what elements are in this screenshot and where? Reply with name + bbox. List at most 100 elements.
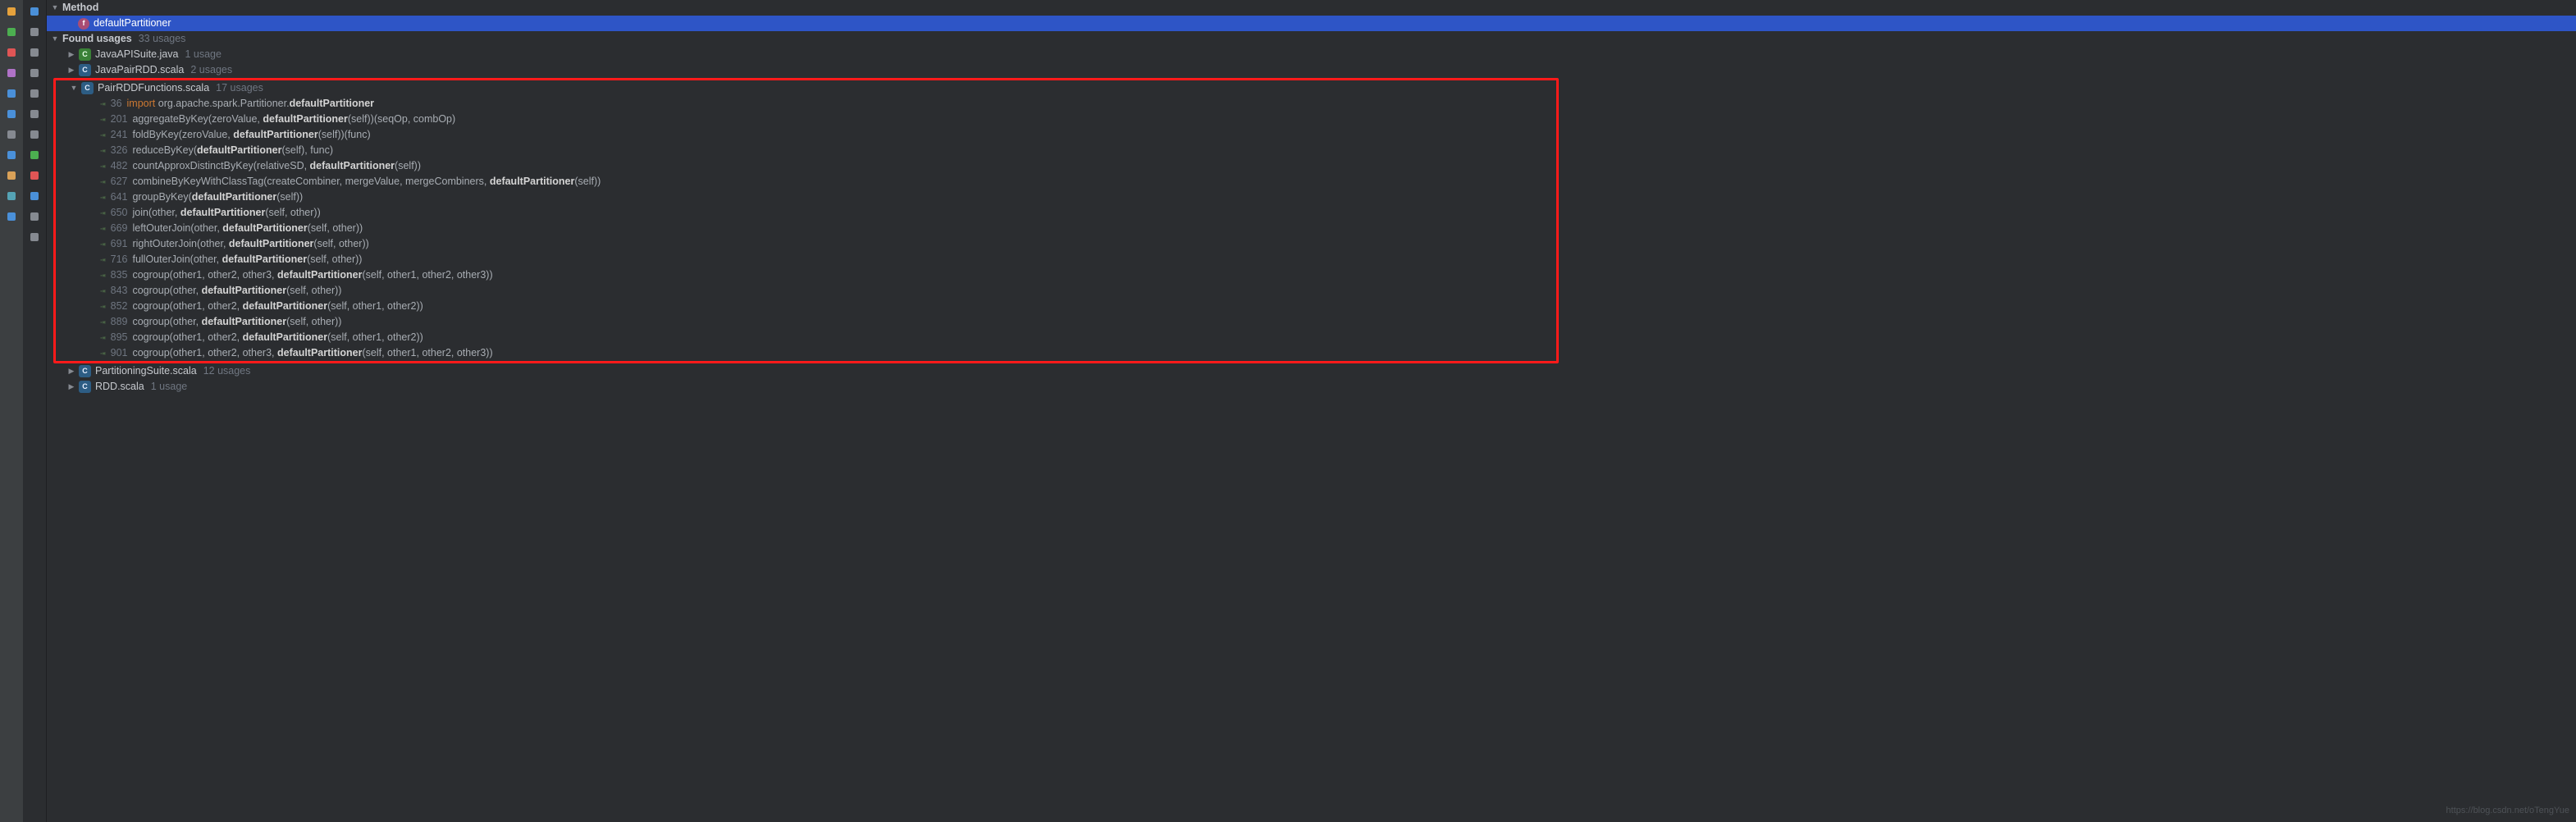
resume-icon[interactable] [3, 24, 20, 40]
info-icon[interactable] [26, 188, 43, 204]
layout-icon[interactable] [3, 188, 20, 204]
usage-pin-icon: ⇥ [100, 112, 106, 127]
usage-pin-icon: ⇥ [100, 205, 106, 221]
rotate-left-icon[interactable] [3, 85, 20, 102]
usage-line[interactable]: ⇥482countApproxDistinctByKey(relativeSD,… [56, 158, 1556, 174]
down-icon[interactable] [3, 147, 20, 163]
help-icon[interactable] [3, 208, 20, 225]
java-file-icon: C [79, 48, 91, 61]
file-usages: 2 usages [190, 62, 232, 78]
up-icon[interactable] [3, 126, 20, 143]
box1-icon[interactable] [26, 24, 43, 40]
chevron-down-icon[interactable] [69, 80, 79, 96]
chevron-right-icon[interactable] [66, 47, 76, 62]
usage-pin-icon: ⇥ [100, 190, 106, 205]
usage-pin-icon: ⇥ [100, 345, 106, 361]
line-number: 641 [111, 190, 128, 205]
usage-text: join(other, defaultPartitioner(self, oth… [132, 205, 320, 221]
file-usages: 1 usage [185, 47, 221, 62]
usage-line[interactable]: ⇥ 843cogroup(other, defaultPartitioner(se… [56, 283, 1556, 299]
usage-line[interactable]: ⇥ 650join(other, defaultPartitioner(self,… [56, 205, 1556, 221]
file-name: PartitioningSuite.scala [95, 363, 197, 379]
box6-icon[interactable] [26, 126, 43, 143]
toolbar-left [0, 0, 23, 822]
usage-line[interactable]: ⇥ 641 groupByKey(defaultPartitioner(self)) [56, 190, 1556, 205]
usage-line[interactable]: ⇥36import org.apache.spark.Partitioner.d… [56, 96, 1556, 112]
line-number: 889 [111, 314, 128, 330]
method-name: defaultPartitioner [94, 16, 171, 31]
stop-icon[interactable] [3, 44, 20, 61]
usage-pin-icon: ⇥ [100, 127, 106, 143]
usage-text: cogroup(other1, other2, other3, defaultP… [132, 267, 492, 283]
box3-icon[interactable] [26, 65, 43, 81]
rotate-right-icon[interactable] [3, 106, 20, 122]
chevron-right-icon[interactable] [66, 62, 76, 78]
chevron-right-icon[interactable] [66, 363, 76, 379]
box2-icon[interactable] [26, 44, 43, 61]
usage-text: groupByKey(defaultPartitioner(self)) [132, 190, 303, 205]
file-name: RDD.scala [95, 379, 144, 395]
usage-line[interactable]: ⇥852cogroup(other1, other2, defaultParti… [56, 299, 1556, 314]
line-number: 895 [111, 330, 128, 345]
function-icon: f [78, 18, 89, 30]
usage-line[interactable]: ⇥669leftOuterJoin(other, defaultPartitio… [56, 221, 1556, 236]
highlighted-file-group: C PairRDDFunctions.scala 17 usages ⇥36im… [53, 78, 1559, 363]
usage-line[interactable]: ⇥835cogroup(other1, other2, other3, defa… [56, 267, 1556, 283]
method-row-selected[interactable]: f defaultPartitioner [47, 16, 2576, 31]
usage-text: cogroup(other, defaultPartitioner(self, … [132, 283, 341, 299]
file-row[interactable]: C JavaPairRDD.scala 2 usages [47, 62, 2576, 78]
scala-file-icon: C [79, 381, 91, 393]
file-usages: 17 usages [216, 80, 263, 96]
usage-line[interactable]: ⇥627combineByKeyWithClassTag(createCombi… [56, 174, 1556, 190]
line-number: 627 [111, 174, 128, 190]
found-usages-count: 33 usages [139, 31, 186, 47]
usage-text: combineByKeyWithClassTag(createCombiner,… [132, 174, 601, 190]
usage-line[interactable]: ⇥901cogroup(other1, other2, other3, defa… [56, 345, 1556, 361]
file-usages: 12 usages [203, 363, 251, 379]
chevron-down-icon[interactable] [50, 31, 60, 47]
scala-file-icon: C [79, 64, 91, 76]
box7-icon[interactable] [26, 208, 43, 225]
line-number: 716 [111, 252, 128, 267]
usage-line[interactable]: ⇥241foldByKey(zeroValue, defaultPartitio… [56, 127, 1556, 143]
box4-icon[interactable] [26, 85, 43, 102]
file-row[interactable]: C JavaAPISuite.java 1 usage [47, 47, 2576, 62]
swap-icon[interactable] [3, 65, 20, 81]
usage-line[interactable]: ⇥889cogroup(other, defaultPartitioner(se… [56, 314, 1556, 330]
line-number: 650 [111, 205, 128, 221]
circle-right-icon[interactable] [26, 147, 43, 163]
file-row[interactable]: C RDD.scala 1 usage [47, 379, 2576, 395]
download-icon[interactable] [3, 167, 20, 184]
found-usages-row[interactable]: Found usages 33 usages [47, 31, 2576, 47]
method-group-row[interactable]: Method [47, 0, 2576, 16]
file-name: JavaAPISuite.java [95, 47, 178, 62]
line-number: 843 [111, 283, 128, 299]
target-icon[interactable] [3, 3, 20, 20]
file-row[interactable]: C PartitioningSuite.scala 12 usages [47, 363, 2576, 379]
usage-pin-icon: ⇥ [100, 221, 106, 236]
line-number: 201 [111, 112, 128, 127]
usage-line[interactable]: ⇥ 895 cogroup(other1, other2, defaultParti… [56, 330, 1556, 345]
usage-line[interactable]: ⇥ 201 aggregateByKey(zeroValue, defaultPar… [56, 112, 1556, 127]
file-row-expanded[interactable]: C PairRDDFunctions.scala 17 usages [56, 80, 1556, 96]
filter-icon[interactable] [26, 3, 43, 20]
usage-text: foldByKey(zeroValue, defaultPartitioner(… [132, 127, 370, 143]
watermark: https://blog.csdn.net/oTengYue [2446, 803, 2569, 819]
scala-file-icon: C [81, 82, 94, 94]
chevron-down-icon[interactable] [50, 0, 60, 16]
usage-text: aggregateByKey(zeroValue, defaultPartiti… [132, 112, 455, 127]
usage-text: reduceByKey(defaultPartitioner(self), fu… [132, 143, 333, 158]
usage-pin-icon: ⇥ [100, 283, 106, 299]
usage-line[interactable]: ⇥691rightOuterJoin(other, defaultPartiti… [56, 236, 1556, 252]
chevron-right-icon[interactable] [66, 379, 76, 395]
usage-text: cogroup(other, defaultPartitioner(self, … [132, 314, 341, 330]
sort-icon[interactable] [26, 229, 43, 245]
circle-left-icon[interactable] [26, 167, 43, 184]
line-number: 691 [111, 236, 128, 252]
usage-line[interactable]: ⇥326reduceByKey(defaultPartitioner(self)… [56, 143, 1556, 158]
usage-text: cogroup(other1, other2, defaultPartition… [132, 330, 422, 345]
usage-pin-icon: ⇥ [100, 330, 106, 345]
box5-icon[interactable] [26, 106, 43, 122]
usage-pin-icon: ⇥ [100, 143, 106, 158]
usage-line[interactable]: ⇥716fullOuterJoin(other, defaultPartitio… [56, 252, 1556, 267]
